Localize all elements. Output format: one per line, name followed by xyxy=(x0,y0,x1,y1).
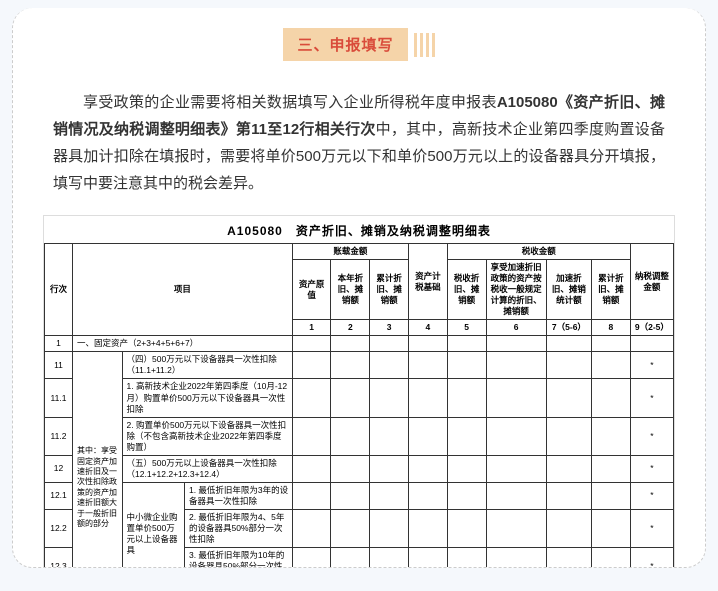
cell-rownum: 12.3 xyxy=(45,548,73,568)
num-6: 6 xyxy=(486,320,546,336)
cell-rownum: 11.2 xyxy=(45,417,73,455)
th-c6: 享受加速折旧政策的资产按税收一般规定计算的折旧、摊销额 xyxy=(486,260,546,320)
cell-item: 一、固定资产（2+3+4+5+6+7） xyxy=(73,336,293,352)
cell-item: （四）500万元以下设备器具一次性扣除（11.1+11.2） xyxy=(122,352,292,379)
row-11-2: 11.2 2. 购置单价500万元以下设备器具一次性扣除（不包含高新技术企业20… xyxy=(45,417,674,455)
table-title: A105080 资产折旧、摊销及纳税调整明细表 xyxy=(44,216,674,243)
th-item: 项目 xyxy=(73,244,293,336)
badge-decoration xyxy=(414,33,435,57)
th-c4: 资产计税基础 xyxy=(408,244,447,320)
form-table: 行次 项目 账载金额 资产计税基础 税收金额 纳税调整金额 资产原值 本年折旧、… xyxy=(44,243,674,568)
cell-star: * xyxy=(630,548,673,568)
intro-paragraph: 享受政策的企业需要将相关数据填写入企业所得税年度申报表A105080《资产折旧、… xyxy=(13,89,705,215)
cell-item: 1. 最低折旧年限为3年的设备器具一次性扣除 xyxy=(184,482,292,509)
th-group-sw: 税收金额 xyxy=(447,244,630,260)
page-container: 三、申报填写 享受政策的企业需要将相关数据填写入企业所得税年度申报表A10508… xyxy=(12,8,706,568)
cell-star: * xyxy=(630,509,673,547)
th-rownum: 行次 xyxy=(45,244,73,336)
th-c9: 纳税调整金额 xyxy=(630,244,673,320)
num-2: 2 xyxy=(331,320,370,336)
num-8: 8 xyxy=(592,320,631,336)
num-5: 5 xyxy=(447,320,486,336)
row-11: 11 其中：享受固定资产加速折旧及一次性扣除政策的资产加速折旧额大于一般折旧额的… xyxy=(45,352,674,379)
th-c2: 本年折旧、摊销额 xyxy=(331,260,370,320)
row-1: 1 一、固定资产（2+3+4+5+6+7） xyxy=(45,336,674,352)
cell-star: * xyxy=(630,455,673,482)
cell-item: （五）500万元以上设备器具一次性扣除（12.1+12.2+12.3+12.4） xyxy=(122,455,292,482)
cell-star: * xyxy=(630,379,673,417)
num-7: 7（5-6） xyxy=(546,320,591,336)
num-4: 4 xyxy=(408,320,447,336)
cell-rownum: 12 xyxy=(45,455,73,482)
th-c5: 税收折旧、摊销额 xyxy=(447,260,486,320)
cell-item: 2. 购置单价500万元以下设备器具一次性扣除（不包含高新技术企业2022年第四… xyxy=(122,417,292,455)
text-part1: 享受政策的企业需要将相关数据填写入企业所得税年度申报表 xyxy=(83,94,497,111)
badge-box: 三、申报填写 xyxy=(283,28,434,61)
cell-star: * xyxy=(630,352,673,379)
form-table-container: A105080 资产折旧、摊销及纳税调整明细表 行次 项目 账载金额 资产计税基… xyxy=(43,215,675,568)
cell-star: * xyxy=(630,482,673,509)
num-9: 9（2-5） xyxy=(630,320,673,336)
th-c1: 资产原值 xyxy=(292,260,331,320)
row-11-1: 11.1 1. 高新技术企业2022年第四季度（10月-12月）购置单价500万… xyxy=(45,379,674,417)
th-group-zm: 账载金额 xyxy=(292,244,408,260)
th-c7: 加速折旧、摊销统计额 xyxy=(546,260,591,320)
cell-subgroup: 中小微企业购置单价500万元以上设备器具 xyxy=(122,482,184,568)
row-12-1: 12.1 中小微企业购置单价500万元以上设备器具 1. 最低折旧年限为3年的设… xyxy=(45,482,674,509)
cell-rownum: 12.1 xyxy=(45,482,73,509)
num-1: 1 xyxy=(292,320,331,336)
merged-label: 其中：享受固定资产加速折旧及一次性扣除政策的资产加速折旧额大于一般折旧额的部分 xyxy=(73,352,123,568)
row-12: 12 （五）500万元以上设备器具一次性扣除（12.1+12.2+12.3+12… xyxy=(45,455,674,482)
th-c8: 累计折旧、摊销额 xyxy=(592,260,631,320)
num-3: 3 xyxy=(370,320,409,336)
th-c3: 累计折旧、摊销额 xyxy=(370,260,409,320)
cell-rownum: 12.2 xyxy=(45,509,73,547)
cell-rownum: 1 xyxy=(45,336,73,352)
header-row-1: 行次 项目 账载金额 资产计税基础 税收金额 纳税调整金额 xyxy=(45,244,674,260)
section-header: 三、申报填写 xyxy=(13,28,705,61)
cell-item: 3. 最低折旧年限为10年的设备器具50%部分一次性扣除 xyxy=(184,548,292,568)
cell-star: * xyxy=(630,417,673,455)
cell-rownum: 11 xyxy=(45,352,73,379)
cell-item: 2. 最低折旧年限为4、5年的设备器具50%部分一次性扣除 xyxy=(184,509,292,547)
cell-rownum: 11.1 xyxy=(45,379,73,417)
cell-item: 1. 高新技术企业2022年第四季度（10月-12月）购置单价500万元以下设备… xyxy=(122,379,292,417)
badge-title: 三、申报填写 xyxy=(283,28,407,61)
